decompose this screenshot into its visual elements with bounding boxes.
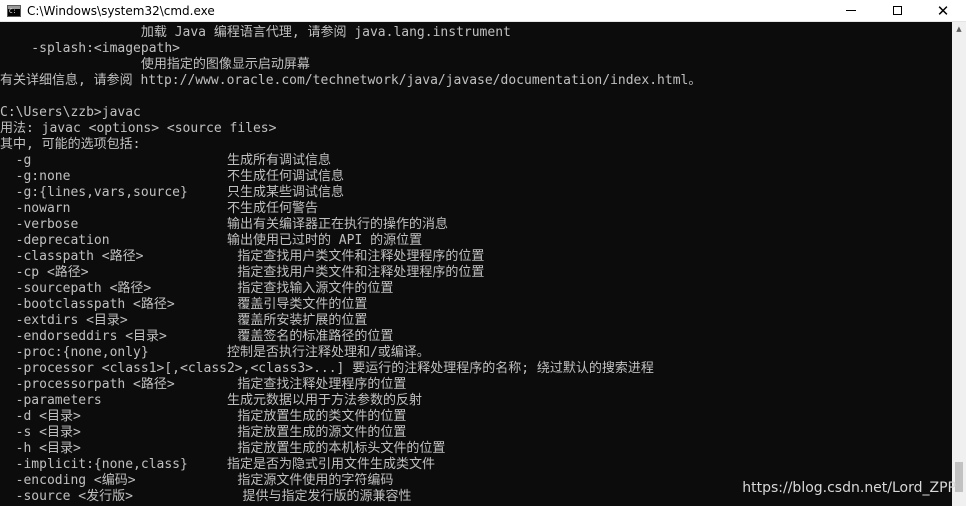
scroll-up-arrow-icon[interactable]: ▲ [952,22,966,36]
title-bar[interactable]: C:\Windows\system32\cmd.exe ✕ [0,0,966,22]
console-line: -implicit:{none,class} 指定是否为隐式引用文件生成类文件 [0,457,435,472]
console-line: C:\Users\zzb>javac [0,105,141,120]
console-line: -splash:<imagepath> [0,41,181,56]
console-line: -extdirs <目录> 覆盖所安装扩展的位置 [0,313,368,328]
console-line: -bootclasspath <路径> 覆盖引导类文件的位置 [0,297,368,312]
close-button[interactable]: ✕ [920,0,966,22]
console-line: -g:none 不生成任何调试信息 [0,169,344,184]
console-line: 使用指定的图像显示启动屏幕 [0,57,310,72]
console-line: 用法: javac <options> <source files> [0,121,277,136]
console-line: -h <目录> 指定放置生成的本机标头文件的位置 [0,441,446,456]
vertical-scrollbar[interactable]: ▲ [952,22,966,506]
console-line: -sourcepath <路径> 指定查找输入源文件的位置 [0,281,394,296]
minimize-button[interactable] [828,0,874,22]
window-title: C:\Windows\system32\cmd.exe [27,3,215,18]
console-line: 其中, 可能的选项包括: [0,137,141,152]
console-line: -classpath <路径> 指定查找用户类文件和注释处理程序的位置 [0,249,485,264]
console-line: -processorpath <路径> 指定查找注释处理程序的位置 [0,377,407,392]
watermark-text: https://blog.csdn.net/Lord_ZPP [742,480,956,496]
close-icon: ✕ [936,1,950,20]
minimize-icon [846,10,856,11]
console-line: -proc:{none,only} 控制是否执行注释处理和/或编译。 [0,345,430,360]
console-line: -processor <class1>[,<class2>,<class3>..… [0,361,654,376]
console-line: -d <目录> 指定放置生成的类文件的位置 [0,409,407,424]
window-controls: ✕ [828,0,966,22]
maximize-icon [892,6,902,15]
console-line: 有关详细信息, 请参阅 http://www.oracle.com/techne… [0,73,702,88]
cmd-app-icon[interactable] [7,4,21,17]
console-line: -cp <路径> 指定查找用户类文件和注释处理程序的位置 [0,265,485,280]
cmd-window: C:\Windows\system32\cmd.exe ✕ 加载 Java 编程… [0,0,966,506]
console-line: 加载 Java 编程语言代理, 请参阅 java.lang.instrument [0,25,511,40]
console-output[interactable]: 加载 Java 编程语言代理, 请参阅 java.lang.instrument… [0,25,952,506]
console-line: -g 生成所有调试信息 [0,153,331,168]
console-line: -s <目录> 指定放置生成的源文件的位置 [0,425,407,440]
console-line: -g:{lines,vars,source} 只生成某些调试信息 [0,185,344,200]
console-line: -deprecation 输出使用已过时的 API 的源位置 [0,233,423,248]
console-line: -parameters 生成元数据以用于方法参数的反射 [0,393,422,408]
console-line: -nowarn 不生成任何警告 [0,201,318,216]
scroll-thumb[interactable] [955,462,963,492]
maximize-button[interactable] [874,0,920,22]
console-line: -verbose 输出有关编译器正在执行的操作的消息 [0,217,448,232]
console-line: -endorseddirs <目录> 覆盖签名的标准路径的位置 [0,329,394,344]
